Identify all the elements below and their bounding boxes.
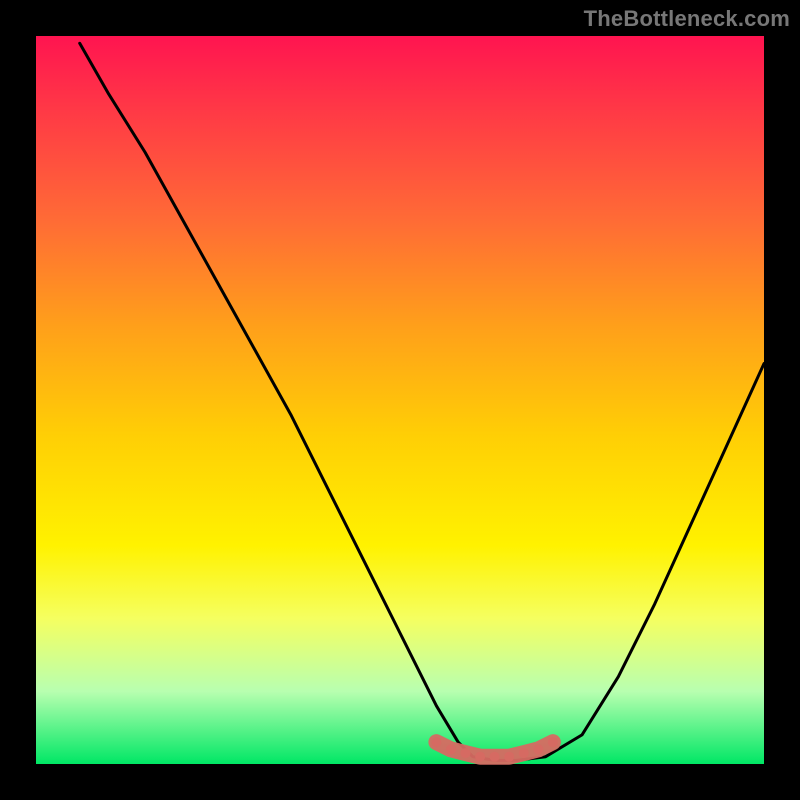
chart-frame: TheBottleneck.com [0, 0, 800, 800]
chart-overlay [0, 0, 800, 800]
bottleneck-curve [80, 43, 764, 760]
